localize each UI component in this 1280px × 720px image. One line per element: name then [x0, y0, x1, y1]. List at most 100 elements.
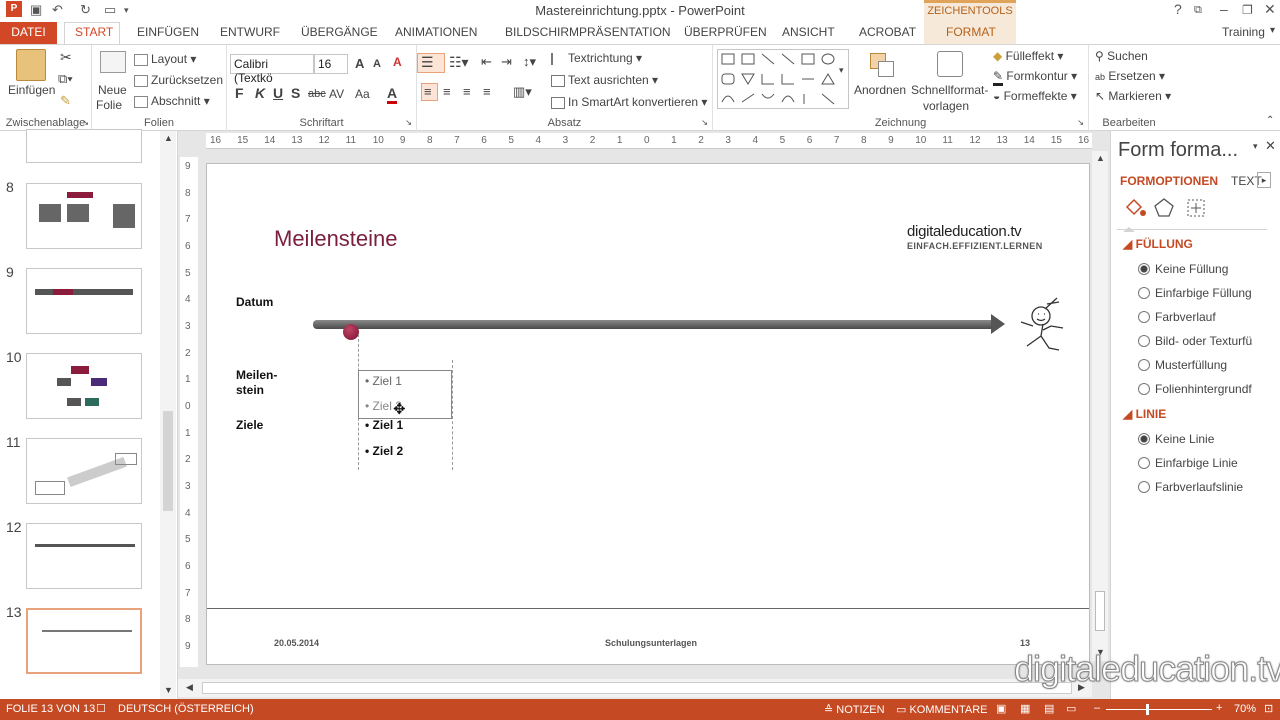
font-name-dropdown[interactable]: Calibri (Textkö: [230, 54, 314, 85]
convert-smartart-button[interactable]: In SmartArt konvertieren ▾: [551, 95, 707, 109]
columns-icon[interactable]: ▥▾: [513, 84, 532, 100]
replace-button[interactable]: ab Ersetzen ▾: [1095, 69, 1165, 83]
quick-styles-button[interactable]: Schnellformat-: [911, 83, 988, 97]
footer-page-number[interactable]: 13: [1020, 638, 1030, 648]
radio-button[interactable]: [1138, 287, 1150, 299]
ribbon-display-icon[interactable]: ⧉: [1194, 4, 1202, 17]
paste-button[interactable]: Einfügen: [8, 83, 55, 97]
tab-uebergaenge[interactable]: ÜBERGÄNGE: [301, 25, 378, 39]
line-spacing-icon[interactable]: ↕▾: [523, 54, 536, 70]
radio-gradient-line[interactable]: Farbverlaufslinie: [1138, 480, 1243, 494]
label-goals[interactable]: Ziele: [236, 418, 263, 432]
notes-button[interactable]: ≙ NOTIZEN: [824, 703, 885, 716]
new-slide-icon[interactable]: [100, 51, 126, 73]
format-painter-icon[interactable]: ✎: [60, 93, 71, 109]
thumbnail-scroll-thumb[interactable]: [163, 411, 173, 511]
grow-font-button[interactable]: A: [355, 56, 364, 71]
footer-center[interactable]: Schulungsunterlagen: [605, 638, 697, 648]
scroll-up-icon[interactable]: ▲: [164, 133, 173, 143]
tab-animationen[interactable]: ANIMATIONEN: [395, 25, 477, 39]
collapse-ribbon-icon[interactable]: ⌃: [1266, 115, 1274, 126]
shrink-font-button[interactable]: A: [373, 58, 381, 70]
underline-button[interactable]: U: [273, 85, 283, 101]
scroll-down-icon[interactable]: ▼: [164, 685, 173, 695]
textbox-item[interactable]: • Ziel 1: [365, 374, 402, 388]
language-indicator[interactable]: DEUTSCH (ÖSTERREICH): [118, 703, 254, 715]
restore-icon[interactable]: ❐: [1242, 3, 1253, 17]
radio-solid-fill[interactable]: Einfarbige Füllung: [1138, 286, 1252, 300]
slide-scroll-thumb[interactable]: [1095, 591, 1105, 631]
thumbnail-slide-11[interactable]: [26, 438, 142, 504]
help-icon[interactable]: ?: [1174, 1, 1182, 17]
numbering-icon[interactable]: ☷▾: [449, 54, 469, 71]
slide-counter[interactable]: FOLIE 13 VON 13: [6, 703, 95, 715]
goal-item[interactable]: • Ziel 2: [365, 444, 403, 458]
slide-sorter-icon[interactable]: ▦: [1020, 702, 1030, 715]
italic-button[interactable]: K: [255, 85, 265, 101]
tab-ueberpruefen[interactable]: ÜBERPRÜFEN: [684, 25, 767, 39]
thumbnail-scrollbar[interactable]: ▲ ▼: [160, 131, 176, 699]
find-button[interactable]: ⚲ Suchen: [1095, 49, 1148, 63]
align-center-icon[interactable]: ≡: [443, 84, 451, 99]
fit-to-window-icon[interactable]: ⊡: [1264, 702, 1273, 715]
tab-start[interactable]: START: [75, 25, 113, 39]
radio-background-fill[interactable]: Folienhintergrundf: [1138, 382, 1252, 396]
shapes-gallery-more-icon[interactable]: ▾: [839, 65, 844, 76]
section-line-header[interactable]: ◢ LINIE: [1123, 407, 1166, 421]
copy-icon[interactable]: ⧉▾: [58, 71, 73, 87]
milestone-marker[interactable]: [343, 324, 359, 340]
new-slide-button[interactable]: Neue: [98, 83, 127, 97]
strikethrough-button[interactable]: abc: [308, 88, 326, 100]
spellcheck-icon[interactable]: ☐: [96, 702, 106, 715]
dialog-launcher-icon[interactable]: ↘: [82, 118, 89, 127]
size-properties-icon[interactable]: [1185, 197, 1207, 219]
align-text-button[interactable]: Text ausrichten ▾: [551, 73, 658, 87]
scroll-up-icon[interactable]: ▲: [1096, 153, 1105, 163]
thumbnail-slide-9[interactable]: [26, 268, 142, 334]
thumbnail-slide-7[interactable]: [26, 129, 142, 163]
radio-button[interactable]: [1138, 457, 1150, 469]
zoom-slider-thumb[interactable]: [1146, 704, 1149, 715]
tab-shape-options[interactable]: FORMOPTIONEN: [1120, 174, 1218, 188]
arrange-icon[interactable]: [868, 51, 896, 79]
reading-view-icon[interactable]: ▤: [1044, 702, 1054, 715]
radio-picture-fill[interactable]: Bild- oder Texturfü: [1138, 334, 1252, 348]
quick-styles-icon[interactable]: [937, 51, 963, 77]
text-direction-button[interactable]: Textrichtung ▾: [551, 51, 642, 65]
thumbnail-slide-12[interactable]: [26, 523, 142, 589]
radio-button[interactable]: [1138, 481, 1150, 493]
quick-styles-button-line2[interactable]: vorlagen: [923, 99, 969, 113]
reset-button[interactable]: Zurücksetzen: [134, 73, 223, 87]
dialog-launcher-icon[interactable]: ↘: [701, 118, 708, 127]
radio-pattern-fill[interactable]: Musterfüllung: [1138, 358, 1227, 372]
section-fill-header[interactable]: ◢ FÜLLUNG: [1123, 237, 1193, 251]
layout-button[interactable]: Layout ▾: [134, 52, 196, 66]
zoom-level[interactable]: 70%: [1234, 703, 1256, 715]
zoom-out-icon[interactable]: –: [1094, 702, 1100, 714]
decrease-indent-icon[interactable]: ⇤: [481, 54, 492, 70]
arrange-button[interactable]: Anordnen: [854, 83, 906, 97]
tab-ansicht[interactable]: ANSICHT: [782, 25, 835, 39]
user-name[interactable]: Training: [1222, 25, 1265, 39]
radio-button[interactable]: [1138, 335, 1150, 347]
label-date[interactable]: Datum: [236, 295, 273, 309]
pane-tab-scroll-icon[interactable]: ▸: [1257, 172, 1271, 188]
timeline-arrow-shaft[interactable]: [313, 320, 995, 329]
new-slide-button-line2[interactable]: Folie: [96, 98, 122, 112]
tab-entwurf[interactable]: ENTWURF: [220, 25, 280, 39]
slide-vertical-scrollbar[interactable]: ▲ ▼: [1092, 151, 1108, 661]
slideshow-icon[interactable]: ▭: [1066, 702, 1076, 715]
tab-bildschirmpraesentation[interactable]: BILDSCHIRMPRÄSENTATION: [505, 25, 671, 39]
change-case-button[interactable]: Aa: [355, 87, 370, 101]
comments-button[interactable]: ▭ KOMMENTARE: [896, 703, 987, 716]
pane-close-icon[interactable]: ✕: [1265, 138, 1276, 154]
shape-outline-button[interactable]: ✎ Formkontur ▾: [993, 69, 1077, 86]
select-button[interactable]: ↖ Markieren ▾: [1095, 89, 1171, 103]
slide-canvas[interactable]: Meilensteine digitaleducation.tv EINFACH…: [206, 163, 1090, 665]
radio-solid-line[interactable]: Einfarbige Linie: [1138, 456, 1238, 470]
user-dropdown-icon[interactable]: ▾: [1270, 25, 1275, 36]
zoom-in-icon[interactable]: +: [1216, 702, 1222, 714]
close-icon[interactable]: ✕: [1264, 1, 1276, 18]
thumbnail-slide-8[interactable]: [26, 183, 142, 249]
tab-datei[interactable]: DATEI: [0, 22, 57, 44]
